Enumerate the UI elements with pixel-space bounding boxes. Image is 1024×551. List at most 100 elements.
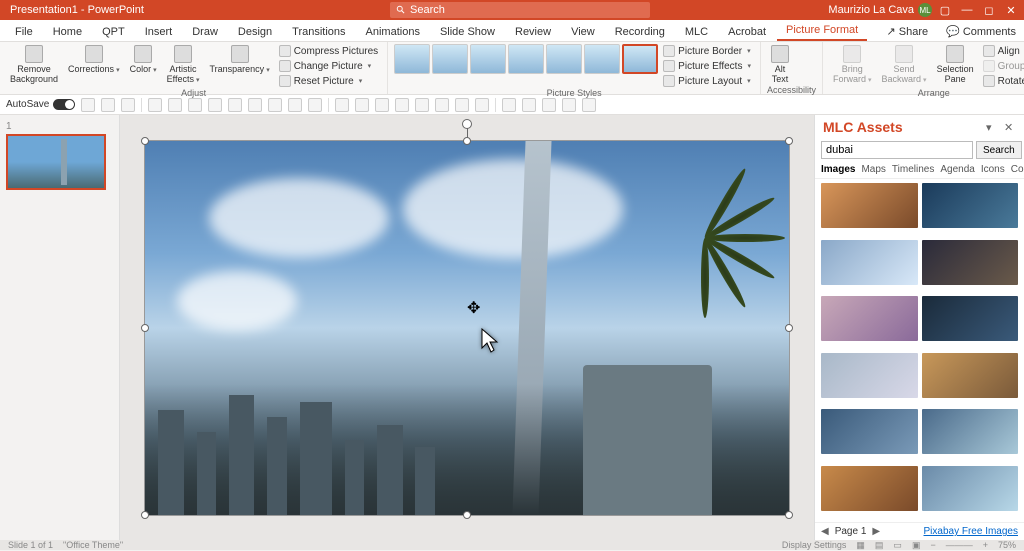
picture-style-7[interactable] <box>622 44 658 74</box>
asset-thumb-4[interactable] <box>922 240 1019 285</box>
tab-slide-show[interactable]: Slide Show <box>431 23 504 41</box>
pane-tab-timelines[interactable]: Timelines <box>892 164 934 175</box>
rotate-button[interactable]: Rotate <box>980 74 1024 88</box>
qat-btn[interactable] <box>248 98 262 112</box>
qat-btn[interactable] <box>288 98 302 112</box>
tab-qpt[interactable]: QPT <box>93 23 134 41</box>
qat-btn[interactable] <box>228 98 242 112</box>
tab-picture-format[interactable]: Picture Format <box>777 21 867 41</box>
qat-btn[interactable] <box>562 98 576 112</box>
asset-thumb-7[interactable] <box>821 353 918 398</box>
pane-tab-corporate[interactable]: Corporate <box>1011 164 1024 175</box>
artistic-effects-button[interactable]: Artistic Effects <box>163 44 204 87</box>
selected-picture[interactable] <box>144 140 790 516</box>
pane-tab-agenda[interactable]: Agenda <box>940 164 974 175</box>
qat-btn[interactable] <box>502 98 516 112</box>
asset-thumb-8[interactable] <box>922 353 1019 398</box>
qat-btn[interactable] <box>188 98 202 112</box>
tab-design[interactable]: Design <box>229 23 281 41</box>
resize-handle-br[interactable] <box>785 511 793 519</box>
picture-style-5[interactable] <box>546 44 582 74</box>
pane-tab-images[interactable]: Images <box>821 164 855 175</box>
prev-page-icon[interactable]: ◀ <box>821 526 829 537</box>
tab-view[interactable]: View <box>562 23 604 41</box>
selection-pane-button[interactable]: Selection Pane <box>933 44 978 85</box>
minimize-icon[interactable]: — <box>962 5 972 15</box>
qat-btn[interactable] <box>455 98 469 112</box>
tab-home[interactable]: Home <box>44 23 91 41</box>
picture-style-1[interactable] <box>394 44 430 74</box>
save-icon[interactable] <box>81 98 95 112</box>
qat-btn[interactable] <box>375 98 389 112</box>
qat-btn[interactable] <box>475 98 489 112</box>
resize-handle-tl[interactable] <box>141 137 149 145</box>
color-button[interactable]: Color <box>126 44 161 77</box>
tab-transitions[interactable]: Transitions <box>283 23 354 41</box>
qat-btn[interactable] <box>435 98 449 112</box>
picture-effects-button[interactable]: Picture Effects <box>660 59 754 73</box>
qat-btn[interactable] <box>335 98 349 112</box>
redo-icon[interactable] <box>121 98 135 112</box>
resize-handle-b[interactable] <box>463 511 471 519</box>
search-button[interactable]: Search <box>976 141 1022 159</box>
change-picture-button[interactable]: Change Picture <box>276 59 381 73</box>
search-input[interactable] <box>821 141 973 159</box>
qat-btn[interactable] <box>168 98 182 112</box>
tab-insert[interactable]: Insert <box>136 23 182 41</box>
qat-btn[interactable] <box>308 98 322 112</box>
asset-thumb-2[interactable] <box>922 183 1019 228</box>
zoom-value[interactable]: 75% <box>998 540 1016 550</box>
pixabay-link[interactable]: Pixabay Free Images <box>924 526 1019 537</box>
slide-thumbnail-1[interactable] <box>6 134 106 190</box>
zoom-out-icon[interactable]: − <box>930 540 935 550</box>
picture-layout-button[interactable]: Picture Layout <box>660 74 754 88</box>
remove-background-button[interactable]: Remove Background <box>6 44 62 85</box>
qat-btn[interactable] <box>148 98 162 112</box>
pane-close-icon[interactable]: ✕ <box>1004 121 1016 133</box>
view-slideshow-icon[interactable]: ▣ <box>912 540 921 551</box>
maximize-icon[interactable]: ◻ <box>984 5 994 15</box>
asset-thumb-3[interactable] <box>821 240 918 285</box>
tab-mlc[interactable]: MLC <box>676 23 717 41</box>
qat-btn[interactable] <box>522 98 536 112</box>
resize-handle-tr[interactable] <box>785 137 793 145</box>
display-settings-button[interactable]: Display Settings <box>782 540 847 550</box>
asset-thumb-5[interactable] <box>821 296 918 341</box>
picture-style-6[interactable] <box>584 44 620 74</box>
tab-file[interactable]: File <box>6 23 42 41</box>
asset-thumb-6[interactable] <box>922 296 1019 341</box>
close-icon[interactable]: ✕ <box>1006 5 1016 15</box>
zoom-slider[interactable]: ——— <box>946 540 973 550</box>
qat-btn[interactable] <box>208 98 222 112</box>
picture-style-4[interactable] <box>508 44 544 74</box>
pane-tab-maps[interactable]: Maps <box>861 164 885 175</box>
tab-draw[interactable]: Draw <box>183 23 227 41</box>
group-button[interactable]: Group <box>980 59 1024 73</box>
comments-button[interactable]: 💬Comments <box>938 22 1024 41</box>
picture-border-button[interactable]: Picture Border <box>660 44 754 58</box>
user-account[interactable]: Maurizio La Cava ML <box>828 3 932 17</box>
compress-pictures-button[interactable]: Compress Pictures <box>276 44 381 58</box>
view-normal-icon[interactable]: ▦ <box>856 540 865 551</box>
alt-text-button[interactable]: Alt Text <box>767 44 793 85</box>
send-backward-button[interactable]: Send Backward <box>878 44 931 87</box>
pane-tab-icons[interactable]: Icons <box>981 164 1005 175</box>
zoom-in-icon[interactable]: + <box>983 540 988 550</box>
resize-handle-t[interactable] <box>463 137 471 145</box>
qat-btn[interactable] <box>268 98 282 112</box>
undo-icon[interactable] <box>101 98 115 112</box>
resize-handle-r[interactable] <box>785 324 793 332</box>
autosave-toggle[interactable] <box>53 99 75 110</box>
asset-thumb-12[interactable] <box>922 466 1019 511</box>
share-button[interactable]: ↗Share <box>879 22 937 41</box>
qat-btn[interactable] <box>542 98 556 112</box>
qat-btn[interactable] <box>395 98 409 112</box>
asset-thumb-1[interactable] <box>821 183 918 228</box>
view-reading-icon[interactable]: ▭ <box>893 540 902 551</box>
tab-acrobat[interactable]: Acrobat <box>719 23 775 41</box>
qat-btn[interactable] <box>415 98 429 112</box>
asset-thumb-10[interactable] <box>922 409 1019 454</box>
asset-thumb-9[interactable] <box>821 409 918 454</box>
pane-dropdown-icon[interactable]: ▾ <box>986 121 998 133</box>
picture-style-2[interactable] <box>432 44 468 74</box>
